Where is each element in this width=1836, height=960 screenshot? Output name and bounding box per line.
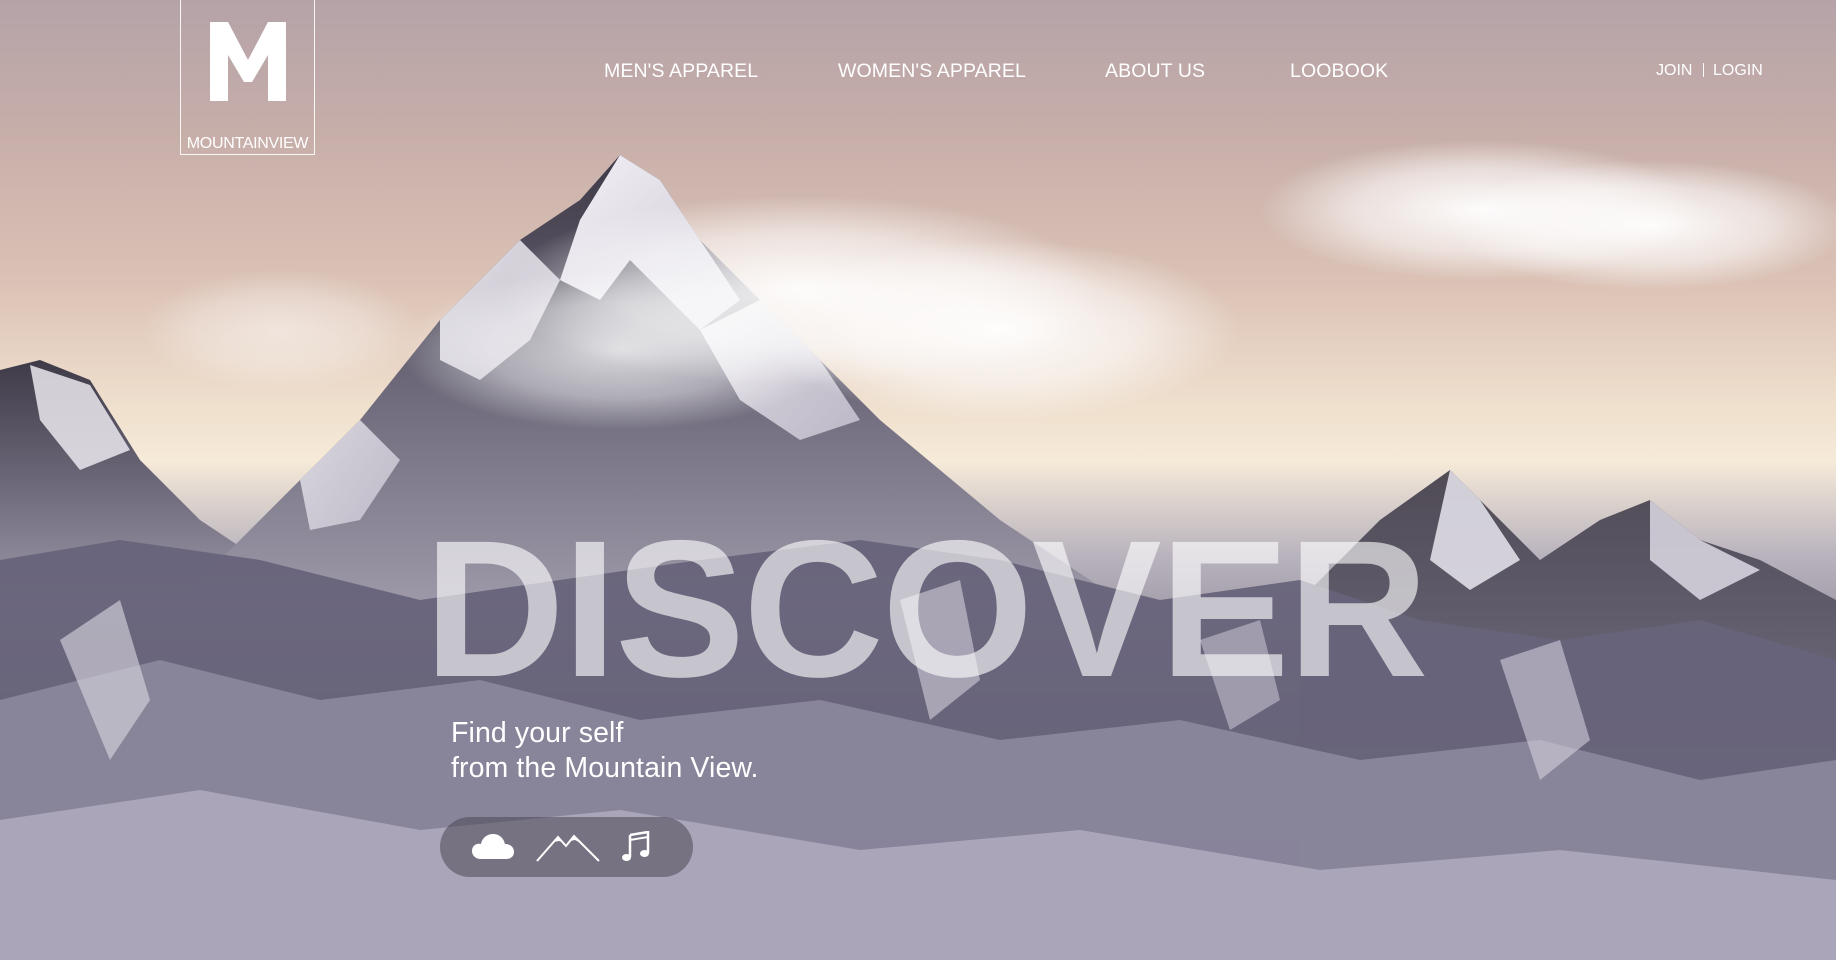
join-link[interactable]: JOIN xyxy=(1656,62,1692,80)
icon-toolbar xyxy=(440,817,693,877)
nav-item-mens-apparel[interactable]: MEN'S APPAREL xyxy=(604,60,758,83)
login-link[interactable]: LOGIN xyxy=(1713,62,1763,80)
hero-tagline: Find your self from the Mountain View. xyxy=(451,716,759,786)
auth-divider xyxy=(1703,63,1704,77)
tagline-line-1: Find your self xyxy=(451,717,624,749)
tagline-line-2: from the Mountain View. xyxy=(451,752,759,784)
music-note-icon[interactable] xyxy=(616,817,656,877)
hero-headline: DISCOVER xyxy=(424,500,1429,718)
nav-item-womens-apparel[interactable]: WOMEN'S APPAREL xyxy=(838,60,1026,83)
mountain-icon[interactable] xyxy=(535,817,601,877)
nav-item-lookbook[interactable]: LOOBOOK xyxy=(1290,60,1388,83)
nav-item-about-us[interactable]: ABOUT US xyxy=(1105,60,1205,83)
brand-name: MOUNTAINVIEW xyxy=(186,135,309,152)
main-navigation: MEN'S APPAREL WOMEN'S APPAREL ABOUT US L… xyxy=(0,60,1836,84)
cloud-icon[interactable] xyxy=(470,817,516,877)
